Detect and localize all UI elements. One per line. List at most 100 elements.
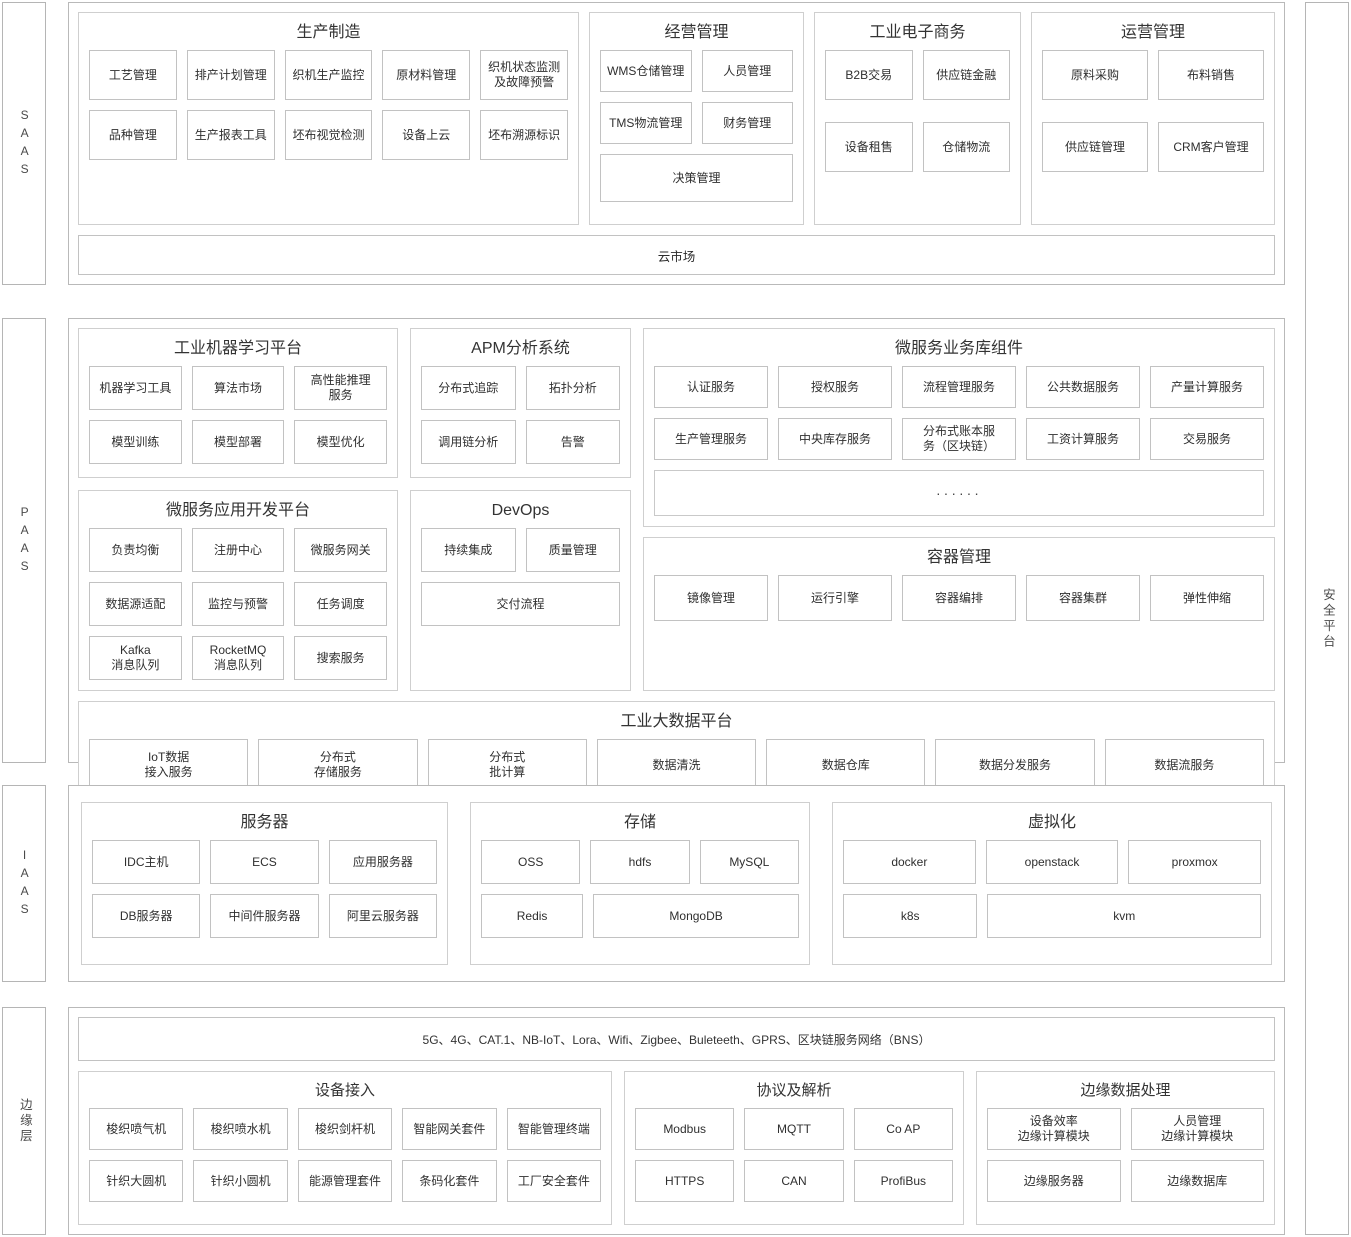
module-card[interactable]: 工厂安全套件: [506, 1160, 602, 1202]
module-card[interactable]: 数据分发服务: [935, 739, 1095, 792]
module-card[interactable]: docker: [843, 840, 976, 885]
module-card[interactable]: 原材料管理: [382, 50, 471, 101]
module-card[interactable]: 设备效率 边缘计算模块: [987, 1108, 1121, 1150]
module-card[interactable]: 设备租售: [825, 122, 913, 173]
module-card[interactable]: 设备上云: [382, 110, 471, 161]
module-card[interactable]: 布料销售: [1158, 50, 1264, 101]
module-card[interactable]: 任务调度: [294, 582, 388, 627]
module-card[interactable]: 财务管理: [701, 102, 793, 145]
module-card[interactable]: 织机状态监测 及故障预警: [480, 50, 568, 101]
module-card[interactable]: 生产报表工具: [186, 110, 275, 161]
module-card[interactable]: 工资计算服务: [1026, 418, 1140, 461]
module-card[interactable]: 原料采购: [1042, 50, 1148, 101]
module-card[interactable]: 运行引擎: [778, 575, 892, 622]
module-card[interactable]: 坯布溯源标识: [480, 110, 568, 161]
module-card[interactable]: MongoDB: [593, 894, 799, 939]
module-card[interactable]: WMS仓储管理: [600, 50, 692, 93]
module-card[interactable]: 流程管理服务: [902, 366, 1016, 409]
module-card[interactable]: CRM客户管理: [1158, 122, 1264, 173]
module-card[interactable]: 坯布视觉检测: [284, 110, 373, 161]
module-card[interactable]: 授权服务: [778, 366, 892, 409]
module-card[interactable]: MySQL: [699, 840, 799, 885]
module-card[interactable]: kvm: [987, 894, 1261, 939]
module-card[interactable]: IoT数据 接入服务: [89, 739, 249, 792]
module-card[interactable]: B2B交易: [825, 50, 913, 101]
module-card[interactable]: 品种管理: [89, 110, 177, 161]
module-card[interactable]: 智能管理终端: [506, 1108, 602, 1150]
module-card[interactable]: Redis: [481, 894, 584, 939]
module-card[interactable]: 搜索服务: [294, 636, 388, 681]
module-card[interactable]: 供应链金融: [922, 50, 1010, 101]
module-card[interactable]: 数据仓库: [766, 739, 926, 792]
module-card[interactable]: OSS: [481, 840, 581, 885]
module-card[interactable]: 中央库存服务: [778, 418, 892, 461]
module-card[interactable]: IDC主机: [92, 840, 201, 885]
module-card[interactable]: 智能网关套件: [402, 1108, 497, 1150]
module-card[interactable]: 质量管理: [525, 528, 620, 573]
module-card[interactable]: 数据流服务: [1104, 739, 1264, 792]
module-card[interactable]: 认证服务: [654, 366, 768, 409]
module-card[interactable]: Kafka 消息队列: [89, 636, 182, 681]
module-card[interactable]: 条码化套件: [402, 1160, 497, 1202]
module-card[interactable]: openstack: [985, 840, 1119, 885]
module-card[interactable]: 微服务网关: [294, 528, 388, 573]
module-card[interactable]: 产量计算服务: [1150, 366, 1264, 409]
module-card[interactable]: 持续集成: [421, 528, 516, 573]
module-card[interactable]: 拓扑分析: [525, 366, 620, 411]
module-card[interactable]: 公共数据服务: [1026, 366, 1140, 409]
module-card[interactable]: 监控与预警: [191, 582, 285, 627]
module-card[interactable]: Modbus: [635, 1108, 735, 1150]
module-card[interactable]: 容器编排: [902, 575, 1016, 622]
module-card[interactable]: CAN: [744, 1160, 844, 1202]
module-card[interactable]: k8s: [843, 894, 978, 939]
module-card[interactable]: TMS物流管理: [600, 102, 692, 145]
module-card[interactable]: 算法市场: [191, 366, 285, 411]
module-card[interactable]: 分布式 存储服务: [258, 739, 418, 792]
module-card[interactable]: 针织大圆机: [89, 1160, 184, 1202]
module-card[interactable]: 边缘服务器: [987, 1160, 1121, 1202]
module-card[interactable]: 交付流程: [421, 582, 620, 627]
module-card[interactable]: 机器学习工具: [89, 366, 182, 411]
module-card[interactable]: 负责均衡: [89, 528, 182, 573]
module-card[interactable]: 仓储物流: [922, 122, 1010, 173]
module-card[interactable]: Co AP: [853, 1108, 953, 1150]
module-card[interactable]: hdfs: [590, 840, 690, 885]
module-card[interactable]: 注册中心: [191, 528, 285, 573]
module-card[interactable]: 阿里云服务器: [328, 894, 437, 939]
module-card[interactable]: 针织小圆机: [193, 1160, 288, 1202]
module-card[interactable]: MQTT: [744, 1108, 844, 1150]
module-card[interactable]: 梭织喷水机: [193, 1108, 288, 1150]
module-card[interactable]: 决策管理: [600, 154, 793, 203]
module-card[interactable]: 能源管理套件: [297, 1160, 393, 1202]
module-card[interactable]: RocketMQ 消息队列: [191, 636, 285, 681]
module-card[interactable]: 模型部署: [191, 420, 285, 465]
module-card[interactable]: 容器集群: [1026, 575, 1140, 622]
module-card[interactable]: 织机生产监控: [284, 50, 373, 101]
module-card[interactable]: 应用服务器: [328, 840, 437, 885]
module-card[interactable]: proxmox: [1128, 840, 1262, 885]
module-card[interactable]: 供应链管理: [1042, 122, 1148, 173]
module-card[interactable]: 数据清洗: [596, 739, 757, 792]
module-card[interactable]: 人员管理: [701, 50, 793, 93]
module-card[interactable]: 分布式追踪: [421, 366, 516, 411]
module-card[interactable]: 工艺管理: [89, 50, 177, 101]
module-card[interactable]: 边缘数据库: [1130, 1160, 1264, 1202]
module-card[interactable]: ProfiBus: [853, 1160, 953, 1202]
module-card[interactable]: 生产管理服务: [654, 418, 768, 461]
module-card[interactable]: DB服务器: [92, 894, 201, 939]
module-card[interactable]: 交易服务: [1150, 418, 1264, 461]
module-card[interactable]: 数据源适配: [89, 582, 182, 627]
module-card[interactable]: 调用链分析: [421, 420, 516, 465]
module-card[interactable]: 中间件服务器: [210, 894, 319, 939]
module-card[interactable]: 告警: [525, 420, 620, 465]
module-card[interactable]: 高性能推理 服务: [294, 366, 388, 411]
module-card[interactable]: 分布式账本服 务（区块链）: [902, 418, 1016, 461]
module-card[interactable]: 梭织喷气机: [89, 1108, 184, 1150]
module-card[interactable]: 模型训练: [89, 420, 182, 465]
module-card[interactable]: 梭织剑杆机: [297, 1108, 393, 1150]
module-card[interactable]: ECS: [210, 840, 319, 885]
module-card[interactable]: 分布式 批计算: [427, 739, 587, 792]
module-card[interactable]: 排产计划管理: [186, 50, 275, 101]
module-card[interactable]: 人员管理 边缘计算模块: [1130, 1108, 1264, 1150]
module-card[interactable]: 弹性伸缩: [1150, 575, 1264, 622]
